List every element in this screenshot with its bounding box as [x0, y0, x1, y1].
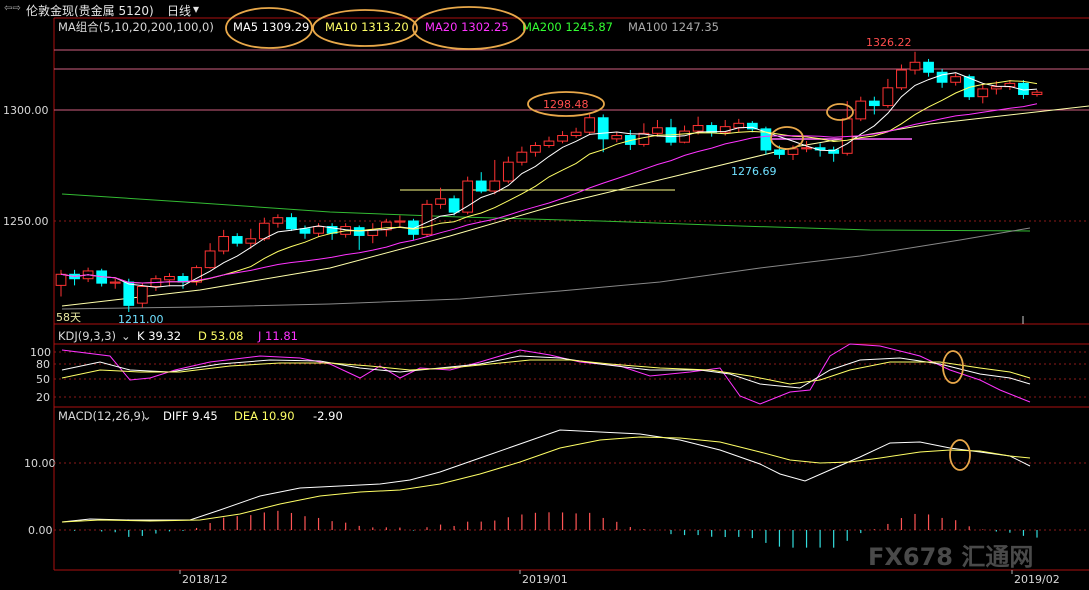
x-label-dec: 2018/12: [182, 573, 228, 586]
candle-body: [570, 131, 582, 137]
candle-body: [584, 117, 596, 133]
candle-body: [950, 76, 962, 83]
candle-body: [55, 273, 67, 286]
candle-body: [652, 127, 663, 134]
kdj-k-line: [61, 355, 1031, 389]
price-chart[interactable]: 1300.00 1250.00 MA组合(5,10,20,200,100,0) …: [0, 0, 1089, 590]
watermark-logo: FX678 汇通网: [868, 543, 1034, 571]
macd-diff-line: [61, 429, 1031, 523]
candle-body: [299, 228, 311, 234]
macd-tick-10: 10.00: [24, 457, 56, 470]
ma100-label: MA100 1247.35: [628, 20, 719, 34]
ma-group-label: MA组合(5,10,20,200,100,0): [58, 20, 214, 34]
macd-dea-line: [61, 436, 1031, 523]
candle-body: [286, 217, 297, 230]
kdj-k: K 39.32: [137, 329, 181, 343]
candle-body: [679, 130, 690, 143]
ma200-label: MA200 1245.87: [522, 20, 613, 34]
label-high: 1326.22: [866, 36, 912, 49]
candle-body: [516, 151, 528, 163]
candle-body: [164, 276, 175, 281]
candle-body: [706, 125, 718, 133]
label-low: 1211.00: [118, 313, 164, 326]
candle-body: [936, 71, 948, 83]
kdj-label: KDJ(9,3,3): [58, 329, 116, 343]
macd-grid: [54, 462, 1089, 531]
macd-value: -2.90: [313, 409, 343, 423]
candle-body: [1031, 91, 1043, 95]
candle-body: [990, 86, 1002, 90]
macd-label: MACD(12,26,9): [58, 409, 145, 423]
label-low-mid: 1276.69: [731, 165, 777, 178]
candle-body: [530, 145, 541, 153]
candle-body: [136, 285, 148, 304]
kdj-tick-20: 20: [36, 391, 50, 404]
candle-body: [218, 236, 230, 252]
label-days: 58天: [56, 311, 81, 324]
candle-body: [123, 281, 135, 306]
candle-body: [557, 135, 568, 142]
kdj-grid: [54, 351, 1089, 398]
ma200-line: [61, 193, 1031, 232]
candle-body: [421, 203, 433, 235]
candle-body: [801, 147, 812, 150]
candle-body: [977, 88, 989, 98]
candle-body: [774, 149, 785, 155]
candle-body: [109, 281, 121, 284]
candles-group: [55, 51, 1043, 313]
candle-body: [868, 100, 880, 107]
label-peak1: 1298.48: [543, 98, 589, 111]
candle-body: [543, 140, 555, 147]
candle-body: [597, 117, 609, 140]
kdj-legend: KDJ(9,3,3) ⌄ K 39.32 D 53.08 J 11.81: [58, 329, 298, 343]
ma20-label: MA20 1302.25: [425, 20, 509, 34]
candle-body: [231, 236, 243, 244]
candle-body: [611, 135, 623, 140]
candle-body: [909, 61, 921, 71]
macd-tick-0: 0.00: [28, 524, 53, 537]
candle-body: [394, 220, 406, 223]
macd-legend: MACD(12,26,9) ⌄ DIFF 9.45 DEA 10.90 -2.9…: [58, 409, 343, 423]
kdj-tick-80: 80: [36, 358, 50, 371]
ma-legend: MA组合(5,10,20,200,100,0) MA5 1309.29 MA10…: [58, 20, 719, 34]
kdj-tick-50: 50: [36, 373, 50, 386]
candle-body: [882, 87, 894, 107]
candle-body: [923, 61, 934, 73]
candle-body: [353, 227, 365, 236]
ma5-label: MA5 1309.29: [233, 20, 309, 34]
candle-body: [448, 198, 460, 213]
y-tick-1250: 1250.00: [3, 215, 49, 228]
macd-dea: DEA 10.90: [234, 409, 295, 423]
kdj-caret-icon: ⌄: [121, 329, 131, 343]
y-tick-1300: 1300.00: [3, 104, 49, 117]
candle-body: [475, 180, 487, 192]
kdj-j: J 11.81: [257, 329, 298, 343]
candle-body: [435, 198, 446, 205]
kdj-j-line: [61, 343, 1031, 405]
candle-body: [692, 125, 704, 132]
macd-diff: DIFF 9.45: [163, 409, 218, 423]
candle-body: [896, 69, 907, 89]
ma10-label: MA10 1313.20: [325, 20, 409, 34]
candle-body: [313, 226, 324, 234]
candle-body: [489, 180, 501, 192]
highlight-ellipse-macd: [949, 439, 971, 471]
x-label-feb: 2019/02: [1014, 573, 1060, 586]
ma100-line: [61, 227, 1031, 310]
kdj-d: D 53.08: [198, 329, 243, 343]
candle-body: [245, 238, 257, 244]
x-label-jan: 2019/01: [522, 573, 568, 586]
candle-body: [502, 161, 514, 182]
macd-caret-icon: ⌄: [142, 409, 152, 423]
candle-body: [855, 100, 867, 120]
candle-body: [272, 217, 284, 224]
candle-body: [204, 250, 216, 269]
candle-body: [462, 180, 474, 213]
candle-body: [733, 122, 745, 129]
